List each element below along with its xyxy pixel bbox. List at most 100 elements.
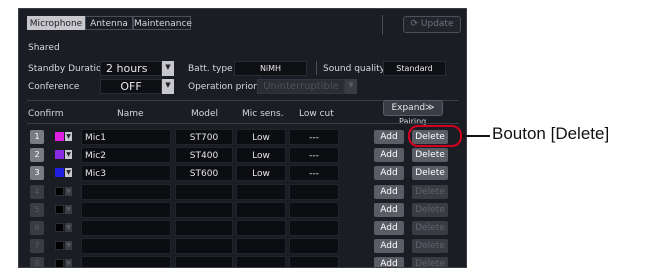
confirm-button[interactable]: 4 (30, 184, 44, 199)
mic-sens-cell: Low (236, 147, 286, 164)
tab-maintenance[interactable]: Maintenance (133, 16, 192, 30)
update-button[interactable]: ⟳ Update (403, 16, 461, 33)
model-cell: ST400 (175, 147, 233, 164)
color-swatch[interactable] (55, 150, 64, 160)
standby-duration-label: Standby Duration (28, 64, 108, 74)
refresh-icon: ⟳ (410, 19, 419, 29)
delete-callout-ring (408, 125, 462, 147)
add-button[interactable]: Add (374, 202, 404, 217)
color-dropdown-arrow-icon[interactable]: ▼ (65, 168, 72, 178)
confirm-button[interactable]: 3 (30, 166, 44, 181)
color-dropdown-arrow-icon[interactable]: ▼ (65, 259, 72, 267)
add-button[interactable]: Add (374, 148, 404, 163)
table-row: 2 ▼ Mic2 ST400 Low --- Add Delete (19, 147, 466, 164)
shared-divider (316, 61, 317, 75)
low-cut-cell: --- (289, 147, 339, 164)
color-dropdown-arrow-icon[interactable]: ▼ (65, 241, 72, 251)
color-dropdown-arrow-icon[interactable]: ▼ (65, 204, 72, 214)
color-swatch[interactable] (55, 204, 64, 214)
color-dropdown-arrow-icon[interactable]: ▼ (65, 186, 72, 196)
add-button[interactable]: Add (374, 221, 404, 235)
callout-label: Bouton [Delete] (492, 124, 610, 143)
model-cell: ST700 (175, 129, 233, 145)
delete-button[interactable]: Delete (412, 148, 448, 163)
column-header-mic-sens: Mic sens. (242, 109, 284, 119)
confirm-button[interactable]: 8 (30, 257, 44, 267)
tab-antenna[interactable]: Antenna (85, 16, 133, 30)
model-cell (175, 220, 233, 236)
name-field[interactable] (81, 238, 171, 255)
color-swatch[interactable] (55, 241, 64, 251)
model-cell: ST600 (175, 165, 233, 182)
column-header-model: Model (191, 109, 219, 119)
name-field[interactable] (81, 220, 171, 236)
color-swatch[interactable] (55, 132, 64, 141)
shared-section-label: Shared (28, 43, 60, 53)
batt-type-value: NiMH (234, 61, 307, 76)
add-button[interactable]: Add (374, 257, 404, 267)
column-header-name: Name (117, 109, 144, 119)
color-dropdown-arrow-icon[interactable]: ▼ (65, 132, 72, 141)
delete-button[interactable]: Delete (412, 166, 448, 181)
expand-button[interactable]: Expand≫ (383, 100, 443, 116)
standby-duration-select[interactable]: 2 hours (100, 61, 162, 76)
conference-label: Conference (28, 82, 80, 92)
mic-sens-cell (236, 238, 286, 255)
mic-sens-cell: Low (236, 129, 286, 145)
low-cut-cell: --- (289, 165, 339, 182)
low-cut-cell (289, 201, 339, 218)
sound-quality-value: Standard (383, 61, 446, 76)
mic-sens-cell: Low (236, 165, 286, 182)
name-field[interactable] (81, 183, 171, 200)
table-row: 3 ▼ Mic3 ST600 Low --- Add Delete (19, 165, 466, 182)
delete-button[interactable]: Delete (412, 202, 448, 217)
mic-sens-cell (236, 220, 286, 236)
add-button[interactable]: Add (374, 184, 404, 199)
low-cut-cell: --- (289, 129, 339, 145)
model-cell (175, 238, 233, 255)
confirm-button[interactable]: 6 (30, 221, 44, 235)
add-button[interactable]: Add (374, 130, 404, 144)
table-row: 8 ▼ Add Delete (19, 256, 466, 267)
name-field[interactable] (81, 256, 171, 267)
low-cut-cell (289, 220, 339, 236)
table-row: 4 ▼ Add Delete (19, 183, 466, 200)
confirm-button[interactable]: 7 (30, 239, 44, 254)
callout-leader-line (462, 135, 490, 137)
mic-sens-cell (236, 256, 286, 267)
add-button[interactable]: Add (374, 239, 404, 254)
name-field[interactable] (81, 201, 171, 218)
column-header-confirm: Confirm (28, 109, 64, 119)
delete-button[interactable]: Delete (412, 239, 448, 254)
add-button[interactable]: Add (374, 166, 404, 181)
batt-type-label: Batt. type (188, 64, 233, 74)
model-cell (175, 183, 233, 200)
table-row: 7 ▼ Add Delete (19, 238, 466, 255)
color-dropdown-arrow-icon[interactable]: ▼ (65, 150, 72, 160)
name-field[interactable]: Mic2 (81, 147, 171, 164)
delete-button[interactable]: Delete (412, 184, 448, 199)
operation-priority-select[interactable]: Uninterruptible (257, 79, 345, 94)
conference-dropdown-arrow-icon[interactable]: ▼ (162, 79, 174, 94)
confirm-button[interactable]: 1 (30, 130, 44, 144)
delete-button[interactable]: Delete (412, 257, 448, 267)
confirm-button[interactable]: 2 (30, 148, 44, 163)
delete-button[interactable]: Delete (412, 221, 448, 235)
operation-priority-dropdown-arrow-icon[interactable]: ▼ (345, 79, 357, 94)
name-field[interactable]: Mic3 (81, 165, 171, 182)
color-swatch[interactable] (55, 259, 64, 267)
mic-sens-cell (236, 183, 286, 200)
low-cut-cell (289, 183, 339, 200)
tab-microphone[interactable]: Microphone (27, 16, 85, 30)
model-cell (175, 256, 233, 267)
color-swatch[interactable] (55, 186, 64, 196)
color-swatch[interactable] (55, 223, 64, 232)
conference-select[interactable]: OFF (100, 79, 162, 94)
standby-duration-dropdown-arrow-icon[interactable]: ▼ (162, 61, 174, 76)
low-cut-cell (289, 238, 339, 255)
name-field[interactable]: Mic1 (81, 129, 171, 145)
toolbar-divider (382, 15, 383, 35)
color-swatch[interactable] (55, 168, 64, 178)
color-dropdown-arrow-icon[interactable]: ▼ (65, 223, 72, 232)
confirm-button[interactable]: 5 (30, 202, 44, 217)
